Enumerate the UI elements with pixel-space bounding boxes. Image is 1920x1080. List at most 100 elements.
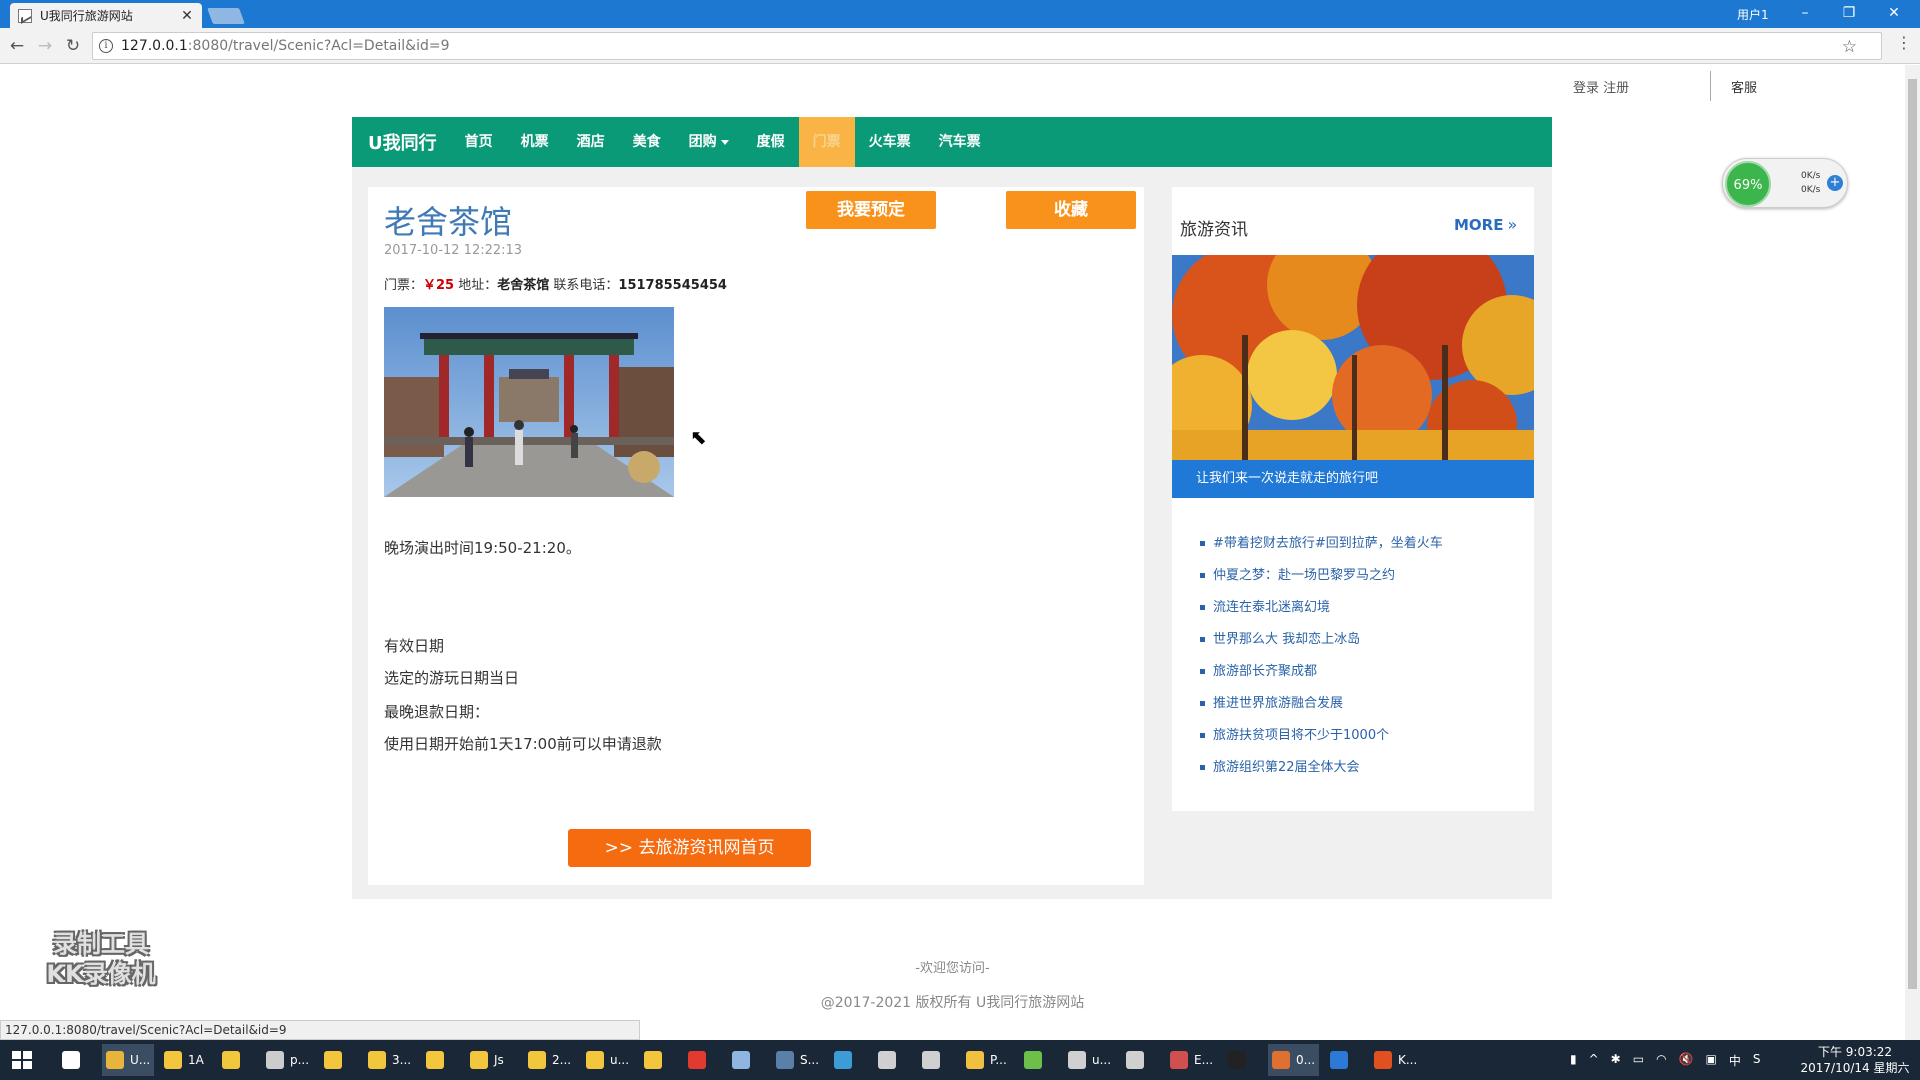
news-item[interactable]: 仲夏之梦：赴一场巴黎罗马之约 bbox=[1200, 564, 1443, 596]
taskbar-app-label: u... bbox=[1092, 1053, 1112, 1067]
nav-tickets[interactable]: 门票 bbox=[798, 117, 855, 167]
nav-food[interactable]: 美食 bbox=[619, 117, 675, 167]
taskbar-app[interactable]: 2... bbox=[524, 1044, 575, 1076]
taskbar-app[interactable] bbox=[684, 1044, 716, 1076]
window-user-label[interactable]: 用户1 bbox=[1737, 6, 1769, 23]
page-scrollbar[interactable] bbox=[1905, 65, 1920, 1040]
plus-icon[interactable]: + bbox=[1827, 175, 1843, 191]
site-info-icon[interactable]: i bbox=[99, 39, 113, 53]
url-path: :8080/travel/Scenic?Acl=Detail&id=9 bbox=[187, 38, 450, 54]
nav-home[interactable]: 首页 bbox=[451, 117, 507, 167]
news-item[interactable]: 旅游部长齐聚成都 bbox=[1200, 660, 1443, 692]
taskbar-app[interactable] bbox=[1122, 1044, 1154, 1076]
browser-tab[interactable]: U我同行旅游网站 ✕ bbox=[10, 3, 202, 28]
scroll-thumb[interactable] bbox=[1908, 79, 1917, 989]
taskbar-app[interactable] bbox=[58, 1044, 90, 1076]
news-item[interactable]: 世界那么大 我却恋上冰岛 bbox=[1200, 628, 1443, 660]
taskbar-app[interactable] bbox=[1020, 1044, 1052, 1076]
taskbar-app[interactable]: E... bbox=[1166, 1044, 1217, 1076]
bullet-icon bbox=[1200, 605, 1205, 610]
nav-hotels[interactable]: 酒店 bbox=[563, 117, 619, 167]
nav-flights[interactable]: 机票 bbox=[507, 117, 563, 167]
site-brand[interactable]: U我同行 bbox=[368, 129, 437, 155]
refund-label: 最晚退款日期： bbox=[384, 703, 490, 721]
address-label: 地址： bbox=[454, 278, 498, 293]
back-button[interactable]: ← bbox=[6, 35, 28, 57]
tray-icon[interactable]: ^ bbox=[1589, 1052, 1599, 1069]
restore-button[interactable]: ❐ bbox=[1834, 2, 1864, 24]
taskbar-app[interactable] bbox=[640, 1044, 672, 1076]
taskbar-app-icon bbox=[688, 1051, 706, 1069]
tab-close-icon[interactable]: ✕ bbox=[180, 8, 194, 24]
taskbar-app[interactable]: u... bbox=[1064, 1044, 1115, 1076]
valid-date-value: 选定的游玩日期当日 bbox=[384, 669, 520, 687]
bullet-icon bbox=[1200, 765, 1205, 770]
new-tab-button[interactable] bbox=[207, 8, 245, 24]
taskbar-app[interactable] bbox=[218, 1044, 250, 1076]
taskbar-app[interactable] bbox=[830, 1044, 862, 1076]
browser-menu-icon[interactable]: ⋮ bbox=[1896, 33, 1912, 52]
go-travel-news-home-button[interactable]: >> 去旅游资讯网首页 bbox=[568, 829, 811, 867]
tray-icon[interactable]: ▣ bbox=[1706, 1052, 1717, 1069]
forward-button[interactable]: → bbox=[34, 35, 56, 57]
address-bar[interactable]: i 127.0.0.1:8080/travel/Scenic?Acl=Detai… bbox=[92, 32, 1882, 60]
taskbar-app[interactable]: Js bbox=[466, 1044, 508, 1076]
ticket-label: 门票： bbox=[384, 278, 424, 293]
news-item[interactable]: 旅游扶贫项目将不少于1000个 bbox=[1200, 724, 1443, 756]
taskbar-app[interactable]: p... bbox=[262, 1044, 313, 1076]
taskbar-app-icon bbox=[1024, 1051, 1042, 1069]
taskbar-app-icon bbox=[368, 1051, 386, 1069]
travel-news-sidebar: 旅游资讯 MORE» 让我们来一次说走就走的旅行吧 #带着挖财去旅行#回到拉萨，… bbox=[1172, 187, 1534, 811]
taskbar-app[interactable]: u... bbox=[582, 1044, 633, 1076]
taskbar-app-label: U... bbox=[130, 1053, 151, 1067]
system-clock[interactable]: 下午 9:03:22 2017/10/14 星期六 bbox=[1800, 1044, 1910, 1076]
scenic-title: 老舍茶馆 bbox=[384, 203, 513, 241]
network-speed-widget[interactable]: 69% 0K/s 0K/s + bbox=[1722, 158, 1848, 208]
tray-icon[interactable]: 🔇 bbox=[1679, 1052, 1694, 1069]
taskbar-app[interactable] bbox=[1224, 1044, 1256, 1076]
refund-value: 使用日期开始前1天17:00前可以申请退款 bbox=[384, 735, 662, 753]
main-navbar: U我同行 首页 机票 酒店 美食 团购 度假 门票 火车票 汽车票 bbox=[352, 117, 1552, 167]
favorite-button[interactable]: 收藏 bbox=[1006, 191, 1136, 229]
bullet-icon bbox=[1200, 637, 1205, 642]
taskbar-app[interactable] bbox=[422, 1044, 454, 1076]
bookmark-star-icon[interactable]: ☆ bbox=[1842, 37, 1857, 57]
taskbar-app[interactable]: K... bbox=[1370, 1044, 1421, 1076]
customer-service-link[interactable]: 客服 bbox=[1731, 77, 1757, 96]
taskbar-app[interactable]: P... bbox=[962, 1044, 1011, 1076]
taskbar-app-label: 2... bbox=[552, 1053, 572, 1067]
nav-bus[interactable]: 汽车票 bbox=[925, 117, 995, 167]
news-item[interactable]: #带着挖财去旅行#回到拉萨，坐着火车 bbox=[1200, 532, 1443, 564]
tray-icon[interactable]: ▭ bbox=[1633, 1052, 1644, 1069]
taskbar-app[interactable] bbox=[320, 1044, 352, 1076]
taskbar-app[interactable] bbox=[874, 1044, 906, 1076]
close-window-button[interactable]: ✕ bbox=[1879, 2, 1909, 24]
tray-icon[interactable]: 中 bbox=[1729, 1052, 1741, 1069]
windows-start-icon[interactable] bbox=[12, 1051, 32, 1069]
login-register-link[interactable]: 登录 注册 bbox=[1573, 77, 1629, 96]
taskbar-app[interactable] bbox=[918, 1044, 950, 1076]
taskbar-app[interactable]: 3... bbox=[364, 1044, 415, 1076]
taskbar-app[interactable]: S... bbox=[772, 1044, 823, 1076]
reload-button[interactable]: ↻ bbox=[62, 35, 84, 57]
minimize-button[interactable]: – bbox=[1790, 2, 1820, 24]
nav-vacation[interactable]: 度假 bbox=[743, 117, 799, 167]
taskbar-app[interactable] bbox=[728, 1044, 760, 1076]
tray-icon[interactable]: ▮ bbox=[1570, 1052, 1577, 1069]
tray-icon[interactable]: ◠ bbox=[1656, 1052, 1666, 1069]
taskbar-app[interactable]: 0... bbox=[1268, 1044, 1320, 1076]
page-viewport: 登录 注册 客服 U我同行 首页 机票 酒店 美食 团购 度假 门票 火车票 汽… bbox=[0, 65, 1905, 1040]
tray-icon[interactable]: ✱ bbox=[1611, 1052, 1621, 1069]
taskbar-app[interactable] bbox=[1326, 1044, 1358, 1076]
tray-icon[interactable]: S bbox=[1753, 1052, 1761, 1069]
taskbar-app[interactable]: 1A bbox=[160, 1044, 208, 1076]
news-item[interactable]: 推进世界旅游融合发展 bbox=[1200, 692, 1443, 724]
nav-groupbuy[interactable]: 团购 bbox=[675, 117, 743, 167]
address-value: 老舍茶馆 bbox=[497, 278, 550, 293]
book-button[interactable]: 我要预定 bbox=[806, 191, 936, 229]
nav-train[interactable]: 火车票 bbox=[855, 117, 925, 167]
news-item[interactable]: 流连在泰北迷离幻境 bbox=[1200, 596, 1443, 628]
taskbar-app[interactable]: U... bbox=[102, 1044, 155, 1076]
news-item[interactable]: 旅游组织第22届全体大会 bbox=[1200, 756, 1443, 788]
more-link[interactable]: MORE» bbox=[1454, 215, 1517, 234]
